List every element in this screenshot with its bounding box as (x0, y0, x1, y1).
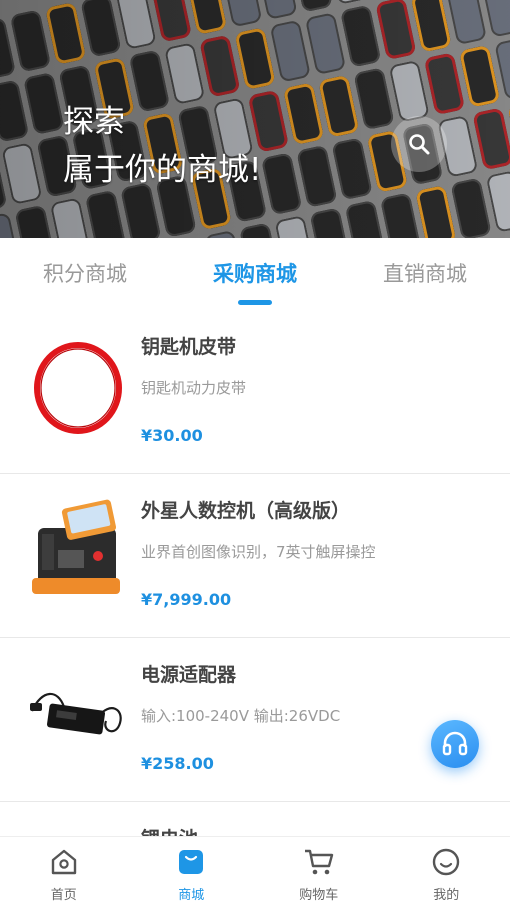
search-button[interactable] (391, 116, 447, 172)
tab-points-mall[interactable]: 积分商城 (0, 238, 170, 310)
product-description: 业界首创图像识别，7英寸触屏操控 (141, 543, 376, 561)
product-image-power-adapter (28, 660, 128, 772)
nav-mine[interactable]: 我的 (383, 837, 510, 908)
headset-icon (442, 731, 468, 756)
hero-title-line1: 探索 (63, 104, 125, 140)
hero-banner: 探索 属于你的商城! (0, 0, 510, 238)
product-image-belt (28, 332, 128, 444)
nav-shop-label: 商城 (178, 888, 205, 903)
product-item[interactable]: 外星人数控机（高级版） 业界首创图像识别，7英寸触屏操控 ¥7,999.00 (0, 474, 510, 638)
hero-title: 探索 属于你的商城! (63, 98, 261, 194)
nav-cart[interactable]: 购物车 (255, 837, 383, 908)
product-description: 输入:100-240V 输出:26VDC (141, 707, 341, 725)
hero-title-line2: 属于你的商城! (63, 152, 262, 188)
mall-tabs: 积分商城 采购商城 直销商城 (0, 238, 510, 310)
tab-purchase-mall[interactable]: 采购商城 (170, 238, 340, 310)
product-item[interactable]: 电源适配器 输入:100-240V 输出:26VDC ¥258.00 (0, 638, 510, 802)
nav-shop[interactable]: 商城 (128, 837, 256, 908)
product-item[interactable]: 钥匙机皮带 钥匙机动力皮带 ¥30.00 (0, 310, 510, 474)
nav-mine-label: 我的 (433, 888, 460, 903)
customer-service-button[interactable] (431, 720, 479, 768)
app-screen: 探索 属于你的商城! 积分商城 采购商城 直销商城 钥匙机皮带 钥匙机动力皮带 (0, 0, 510, 908)
home-icon (51, 849, 76, 875)
product-description: 钥匙机动力皮带 (141, 379, 247, 397)
cart-icon (304, 849, 333, 875)
product-price: ¥258.00 (141, 754, 214, 773)
shop-bag-icon (179, 850, 204, 874)
product-price: ¥7,999.00 (141, 590, 232, 609)
nav-home-label: 首页 (50, 888, 77, 903)
tab-direct-mall[interactable]: 直销商城 (340, 238, 510, 310)
product-image-key-machine (28, 496, 128, 608)
product-price: ¥30.00 (141, 426, 203, 445)
product-name: 电源适配器 (141, 664, 237, 686)
nav-home[interactable]: 首页 (0, 837, 128, 908)
product-list: 钥匙机皮带 钥匙机动力皮带 ¥30.00 外星人数控机（高级版） 业界首创图像识… (0, 310, 510, 908)
nav-cart-label: 购物车 (299, 888, 339, 903)
search-icon (409, 134, 430, 155)
product-name: 钥匙机皮带 (141, 336, 237, 358)
bottom-navigation: 首页 商城 购物车 我的 (0, 836, 510, 908)
smile-icon (433, 848, 460, 876)
product-name: 外星人数控机（高级版） (141, 500, 351, 522)
